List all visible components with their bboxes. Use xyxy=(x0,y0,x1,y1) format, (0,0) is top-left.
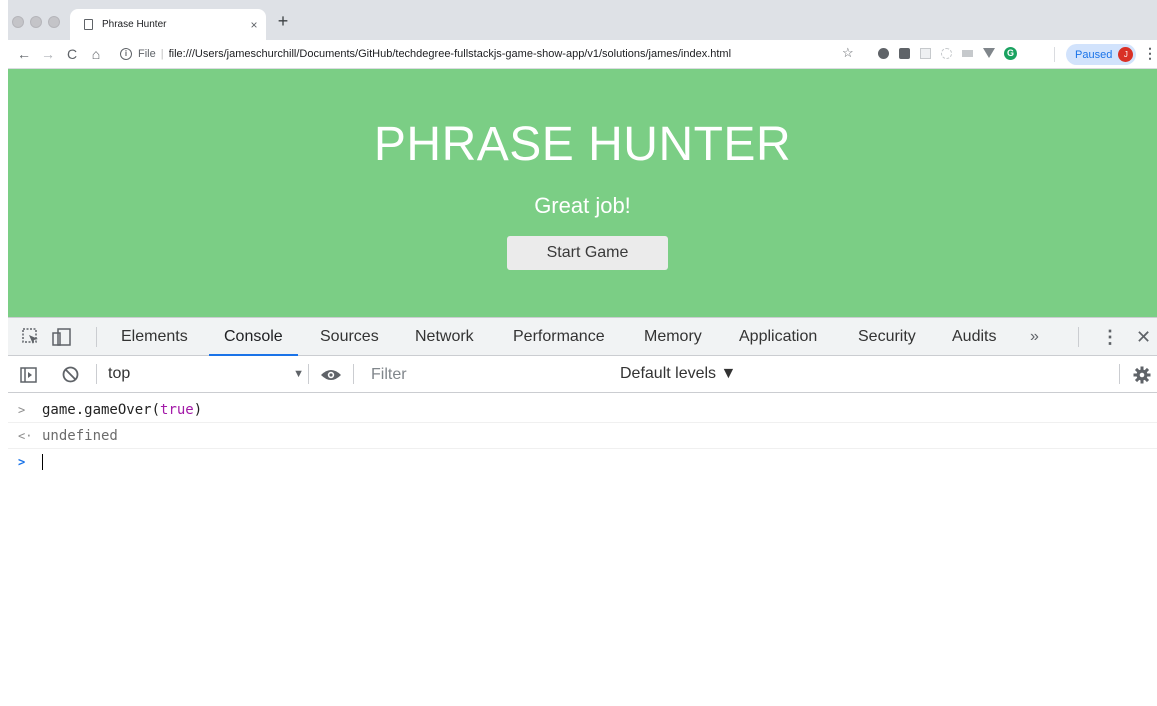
url-text: file:///Users/jameschurchill/Documents/G… xyxy=(168,48,732,60)
close-window-button[interactable] xyxy=(12,16,24,28)
console-input-field[interactable] xyxy=(42,449,43,475)
eye-icon[interactable] xyxy=(320,368,342,382)
console-input-entry: > game.gameOver(true) xyxy=(8,397,1157,423)
context-value: top xyxy=(108,365,131,382)
minimize-window-button[interactable] xyxy=(30,16,42,28)
code-call: game.gameOver( xyxy=(42,402,161,418)
chevron-down-icon: ▼ xyxy=(293,368,304,380)
browser-window: Phrase Hunter × + ← → C ⌂ i File | file:… xyxy=(8,0,1157,706)
tab-console[interactable]: Console xyxy=(209,318,298,356)
code-close-paren: ) xyxy=(193,402,203,418)
scheme-label: File xyxy=(138,48,156,60)
home-button[interactable]: ⌂ xyxy=(86,45,106,63)
zoom-window-button[interactable] xyxy=(48,16,60,28)
address-bar[interactable]: i File | file:///Users/jameschurchill/Do… xyxy=(120,43,840,65)
tab-title: Phrase Hunter xyxy=(102,19,167,30)
devtools-tab-bar: Elements Console Sources Network Perform… xyxy=(8,318,1157,356)
toolbar-divider xyxy=(96,364,97,384)
browser-toolbar: ← → C ⌂ i File | file:///Users/jameschur… xyxy=(8,40,1157,69)
result-text: undefined xyxy=(42,428,118,444)
toolbar-divider xyxy=(1054,47,1055,62)
toolbar-divider xyxy=(353,364,354,384)
active-prompt: > xyxy=(18,455,26,469)
bookmark-star-icon[interactable]: ☆ xyxy=(842,45,854,61)
back-button[interactable]: ← xyxy=(14,45,34,63)
extension-grammarly-icon[interactable]: G xyxy=(1004,47,1017,60)
extension-loader-icon[interactable] xyxy=(941,48,952,59)
log-levels-dropdown[interactable]: Default levels ▼ xyxy=(620,364,736,384)
input-prompt: > xyxy=(18,403,26,417)
devtools-menu-icon[interactable]: ⋮ xyxy=(1101,318,1119,356)
extension-vue-icon[interactable] xyxy=(983,48,995,58)
sidebar-toggle-icon[interactable] xyxy=(20,367,37,383)
text-caret xyxy=(42,454,43,470)
devtools-divider xyxy=(96,327,97,347)
input-code: game.gameOver(true) xyxy=(42,397,202,423)
console-toolbar: top ▼ Default levels ▼ xyxy=(8,356,1157,393)
scheme-separator: | xyxy=(160,48,164,60)
extension-mail-icon[interactable] xyxy=(899,48,910,59)
tab-sources[interactable]: Sources xyxy=(320,318,379,356)
console-result-entry: <· undefined xyxy=(8,423,1157,449)
forward-button[interactable]: → xyxy=(38,45,58,63)
close-devtools-icon[interactable]: ✕ xyxy=(1136,318,1151,356)
extension-bars-icon[interactable] xyxy=(962,50,973,57)
start-game-button[interactable]: Start Game xyxy=(507,236,668,270)
page-title: PHRASE HUNTER xyxy=(373,118,792,171)
result-prompt: <· xyxy=(18,429,33,443)
gear-icon[interactable] xyxy=(1133,366,1151,384)
info-icon[interactable]: i xyxy=(120,48,132,60)
browser-tab[interactable]: Phrase Hunter × xyxy=(70,9,266,40)
devtools-divider xyxy=(1078,327,1079,347)
device-toolbar-icon[interactable] xyxy=(52,328,72,346)
tab-performance[interactable]: Performance xyxy=(513,318,605,356)
devtools-panel: Elements Console Sources Network Perform… xyxy=(8,317,1157,706)
toolbar-divider xyxy=(1119,364,1120,384)
reload-button[interactable]: C xyxy=(62,45,82,63)
tab-network[interactable]: Network xyxy=(415,318,474,356)
new-tab-button[interactable]: + xyxy=(274,12,292,30)
tab-application[interactable]: Application xyxy=(739,318,817,356)
tab-memory[interactable]: Memory xyxy=(644,318,702,356)
game-over-message: Great job! xyxy=(534,193,631,218)
more-tabs-icon[interactable]: » xyxy=(1030,318,1039,356)
clear-console-icon[interactable] xyxy=(62,366,79,383)
tab-audits[interactable]: Audits xyxy=(952,318,996,356)
close-icon[interactable]: × xyxy=(242,18,266,32)
tab-security[interactable]: Security xyxy=(858,318,916,356)
extension-circle-icon[interactable] xyxy=(878,48,889,59)
profile-status: Paused xyxy=(1075,48,1113,61)
extension-square-icon[interactable] xyxy=(920,48,931,59)
tab-elements[interactable]: Elements xyxy=(121,318,188,356)
filter-input[interactable] xyxy=(365,362,621,387)
code-keyword: true xyxy=(160,402,194,418)
browser-menu-icon[interactable]: ⋮ xyxy=(1143,45,1157,62)
console-output[interactable]: > game.gameOver(true) <· undefined > xyxy=(8,393,1157,706)
tab-strip: Phrase Hunter × + xyxy=(8,0,1157,40)
context-selector[interactable]: top ▼ xyxy=(108,364,304,384)
page-overlay: PHRASE HUNTER Great job! Start Game xyxy=(8,69,1157,317)
toolbar-divider xyxy=(308,364,309,384)
document-icon xyxy=(84,19,93,30)
avatar: J xyxy=(1118,47,1134,62)
inspect-element-icon[interactable] xyxy=(22,328,40,346)
profile-sync-button[interactable]: Paused J xyxy=(1066,44,1136,65)
console-prompt-line[interactable]: > xyxy=(8,449,1157,475)
